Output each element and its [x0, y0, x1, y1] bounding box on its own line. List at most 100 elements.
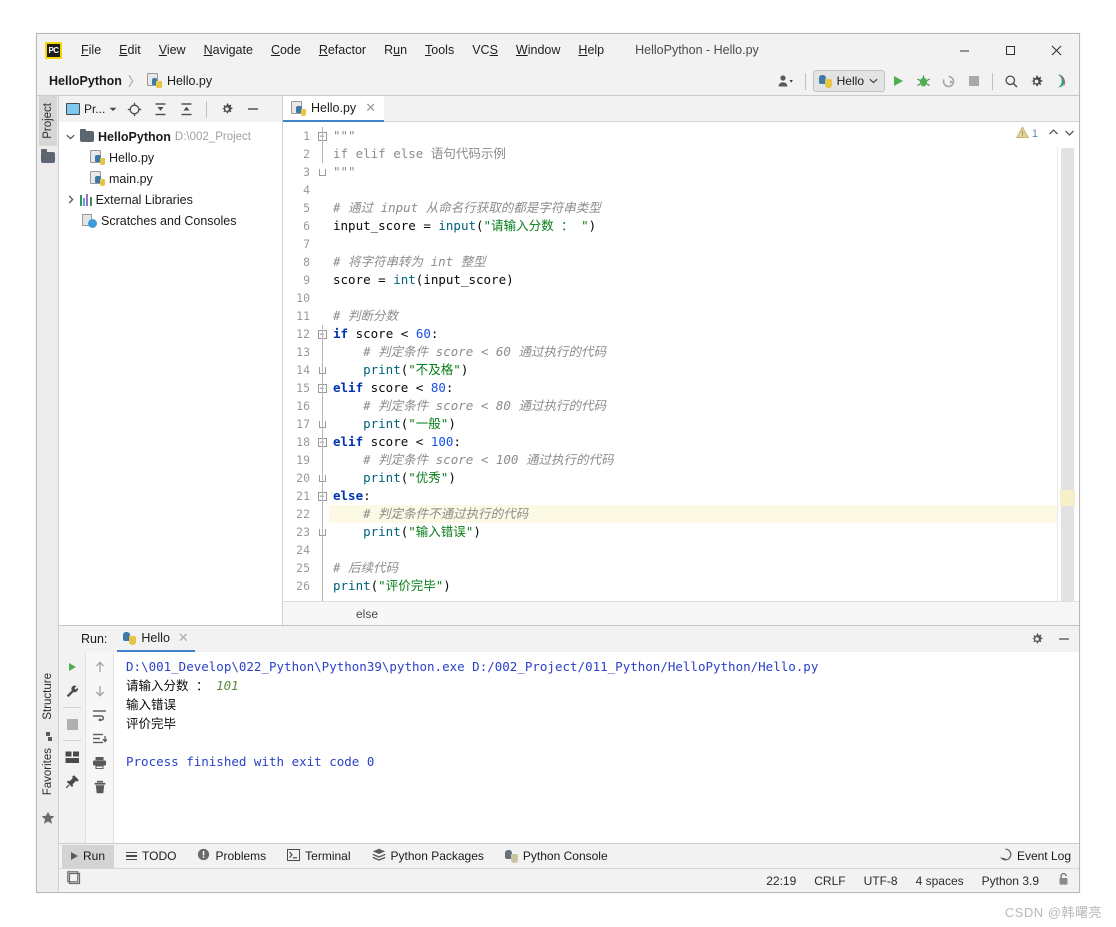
stop-button[interactable] — [61, 713, 83, 735]
stop-button[interactable] — [962, 70, 985, 93]
scroll-to-end-icon[interactable] — [89, 728, 111, 750]
fold-end-icon[interactable] — [318, 168, 326, 176]
code-line[interactable]: print("输入错误") — [329, 523, 1057, 541]
close-icon[interactable]: ✕ — [364, 100, 377, 116]
code-line[interactable] — [329, 541, 1057, 559]
code-line[interactable]: print("优秀") — [329, 469, 1057, 487]
code-line[interactable]: elif score < 80: — [329, 379, 1057, 397]
minimize-button[interactable] — [941, 35, 987, 66]
caret-position[interactable]: 22:19 — [764, 873, 798, 889]
code-line[interactable]: if elif else 语句代码示例 — [329, 145, 1057, 163]
source-code[interactable]: """ if elif else 语句代码示例 """ # 通过 input 从命名… — [329, 122, 1057, 601]
chevron-right-icon[interactable] — [65, 194, 76, 205]
sidebar-tab-structure[interactable]: Structure — [39, 666, 57, 728]
code-folding-gutter[interactable]: −−−−− — [315, 122, 329, 601]
bottom-tab-problems[interactable]: Problems — [188, 845, 275, 868]
project-panel-title[interactable]: Pr... — [63, 101, 120, 117]
console-output[interactable]: D:\001_Develop\022_Python\Python39\pytho… — [114, 652, 1079, 843]
lock-icon[interactable] — [1055, 871, 1072, 890]
gear-icon[interactable] — [1025, 70, 1048, 93]
next-issue-icon[interactable] — [1063, 126, 1076, 142]
edit-configuration-button[interactable] — [61, 680, 83, 702]
editor-tab-hello-py[interactable]: Hello.py ✕ — [283, 96, 385, 122]
search-icon[interactable] — [1000, 70, 1023, 93]
breadcrumb-project[interactable]: HelloPython — [45, 73, 126, 89]
code-line[interactable]: input_score = input("请输入分数 ： ") — [329, 217, 1057, 235]
code-line[interactable]: print("一般") — [329, 415, 1057, 433]
menu-item-code[interactable]: Code — [262, 40, 310, 60]
editor-breadcrumb[interactable]: else — [283, 601, 1079, 625]
debug-button[interactable] — [912, 70, 935, 93]
fold-marker[interactable] — [315, 163, 329, 181]
code-line[interactable]: elif score < 100: — [329, 433, 1057, 451]
analysis-scrollbar[interactable] — [1057, 122, 1079, 601]
tree-node-hellopython[interactable]: HelloPython D:\002_Project — [59, 126, 282, 147]
collapse-all-icon[interactable] — [175, 98, 198, 121]
breadcrumb-file[interactable]: Hello.py — [143, 72, 216, 89]
inspection-widget[interactable]: ! 1 — [1015, 122, 1079, 146]
menu-item-refactor[interactable]: Refactor — [310, 40, 375, 60]
menu-item-help[interactable]: Help — [569, 40, 613, 60]
code-line[interactable] — [329, 289, 1057, 307]
menu-item-navigate[interactable]: Navigate — [195, 40, 262, 60]
datalore-icon[interactable] — [1050, 70, 1073, 93]
code-line[interactable]: # 将字符串转为 int 整型 — [329, 253, 1057, 271]
run-tab-hello[interactable]: Hello ✕ — [117, 626, 195, 652]
code-editor[interactable]: 1 2 3 4 5 6 7 8 9 10 11 12 13 14 15 16 17 18 19 20 21 22 23 24 2… — [283, 122, 1079, 601]
code-line[interactable]: print("不及格") — [329, 361, 1057, 379]
python-interpreter[interactable]: Python 3.9 — [980, 873, 1041, 889]
code-line[interactable]: if score < 60: — [329, 325, 1057, 343]
run-configuration-selector[interactable]: Hello — [812, 70, 885, 92]
sidebar-tab-project[interactable]: Project — [38, 96, 57, 146]
soft-wrap-icon[interactable] — [89, 704, 111, 726]
code-line[interactable] — [329, 235, 1057, 253]
code-line[interactable]: # 判定条件 score < 100 通过执行的代码 — [329, 451, 1057, 469]
menu-item-file[interactable]: File — [72, 40, 110, 60]
code-line[interactable]: score = int(input_score) — [329, 271, 1057, 289]
tree-node-hello-py[interactable]: Hello.py — [59, 147, 282, 168]
bottom-tab-terminal[interactable]: Terminal — [278, 845, 359, 868]
bottom-tab-todo[interactable]: TODO — [117, 845, 185, 868]
bottom-tab-run[interactable]: Run — [62, 844, 115, 868]
toggle-tool-windows-icon[interactable] — [67, 870, 82, 891]
pin-tab-icon[interactable] — [61, 770, 83, 792]
code-line[interactable]: # 判定条件不通过执行的代码 — [329, 505, 1057, 523]
code-line[interactable]: """ — [329, 127, 1057, 145]
file-encoding[interactable]: UTF-8 — [862, 873, 900, 889]
scroll-down-icon[interactable] — [89, 680, 111, 702]
code-line[interactable]: # 后续代码 — [329, 559, 1057, 577]
scroll-up-icon[interactable] — [89, 656, 111, 678]
scroll-from-source-icon[interactable] — [123, 98, 146, 121]
code-line[interactable]: # 判断分数 — [329, 307, 1057, 325]
sidebar-tab-favorites[interactable]: Favorites — [39, 741, 57, 807]
editor-scrollbar-thumb[interactable] — [1061, 148, 1074, 601]
menu-item-window[interactable]: Window — [507, 40, 569, 60]
code-line[interactable]: """ — [329, 163, 1057, 181]
print-icon[interactable] — [89, 752, 111, 774]
code-line[interactable]: # 判定条件 score < 60 通过执行的代码 — [329, 343, 1057, 361]
menu-item-edit[interactable]: Edit — [110, 40, 150, 60]
previous-issue-icon[interactable] — [1047, 126, 1060, 142]
clear-all-icon[interactable] — [89, 776, 111, 798]
bottom-tab-python-console[interactable]: Python Console — [496, 845, 617, 868]
gear-icon[interactable] — [1025, 628, 1048, 651]
event-log-button[interactable]: Event Log — [999, 848, 1071, 864]
menu-item-view[interactable]: View — [150, 40, 195, 60]
menu-item-vcs[interactable]: VCS — [463, 40, 507, 60]
close-icon[interactable]: ✕ — [178, 630, 189, 646]
run-button[interactable] — [887, 70, 910, 93]
expand-all-icon[interactable] — [149, 98, 172, 121]
layout-settings-icon[interactable] — [61, 746, 83, 768]
bottom-tab-python-packages[interactable]: Python Packages — [363, 845, 493, 868]
close-button[interactable] — [1033, 35, 1079, 66]
code-line[interactable] — [329, 181, 1057, 199]
maximize-button[interactable] — [987, 35, 1033, 66]
tree-node-external-libraries[interactable]: External Libraries — [59, 189, 282, 210]
hide-panel-icon[interactable] — [241, 98, 264, 121]
code-line[interactable]: print("评价完毕") — [329, 577, 1057, 595]
indent-setting[interactable]: 4 spaces — [914, 873, 966, 889]
code-line[interactable]: # 判定条件 score < 80 通过执行的代码 — [329, 397, 1057, 415]
code-line[interactable]: else: — [329, 487, 1057, 505]
user-account-icon[interactable] — [775, 70, 798, 93]
tree-node-scratches-and-consoles[interactable]: Scratches and Consoles — [59, 210, 282, 231]
